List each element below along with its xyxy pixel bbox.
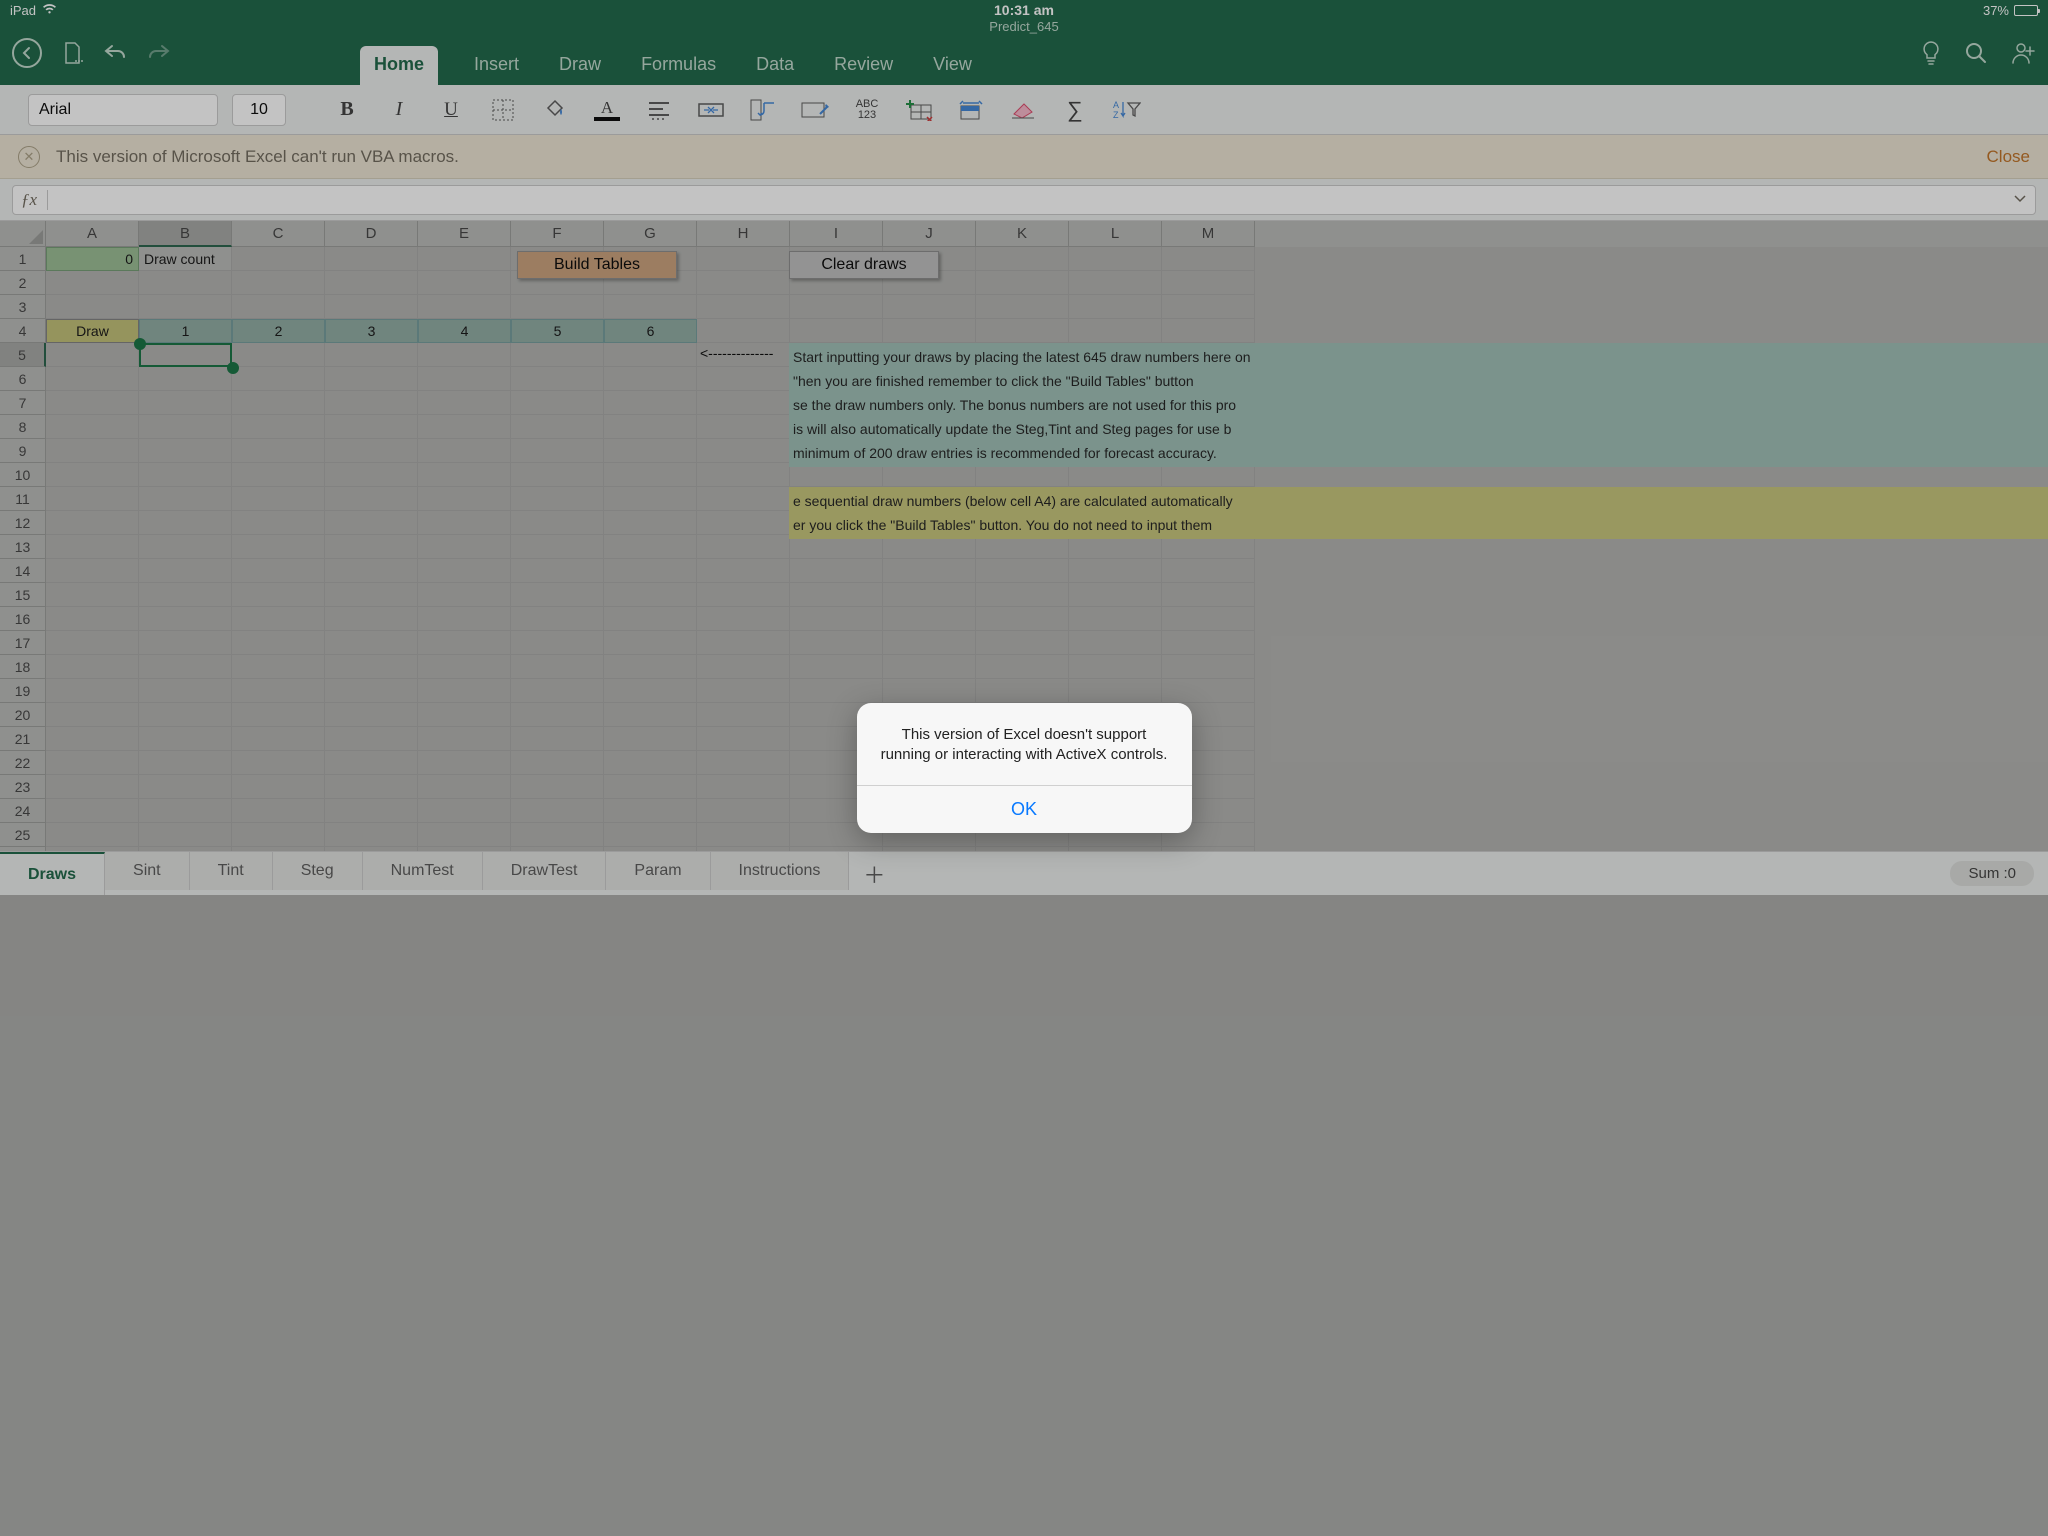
activex-alert: This version of Excel doesn't support ru… bbox=[857, 703, 1192, 834]
alert-ok-button[interactable]: OK bbox=[857, 785, 1192, 833]
modal-backdrop: This version of Excel doesn't support ru… bbox=[0, 0, 2048, 1536]
alert-message: This version of Excel doesn't support ru… bbox=[857, 703, 1192, 786]
